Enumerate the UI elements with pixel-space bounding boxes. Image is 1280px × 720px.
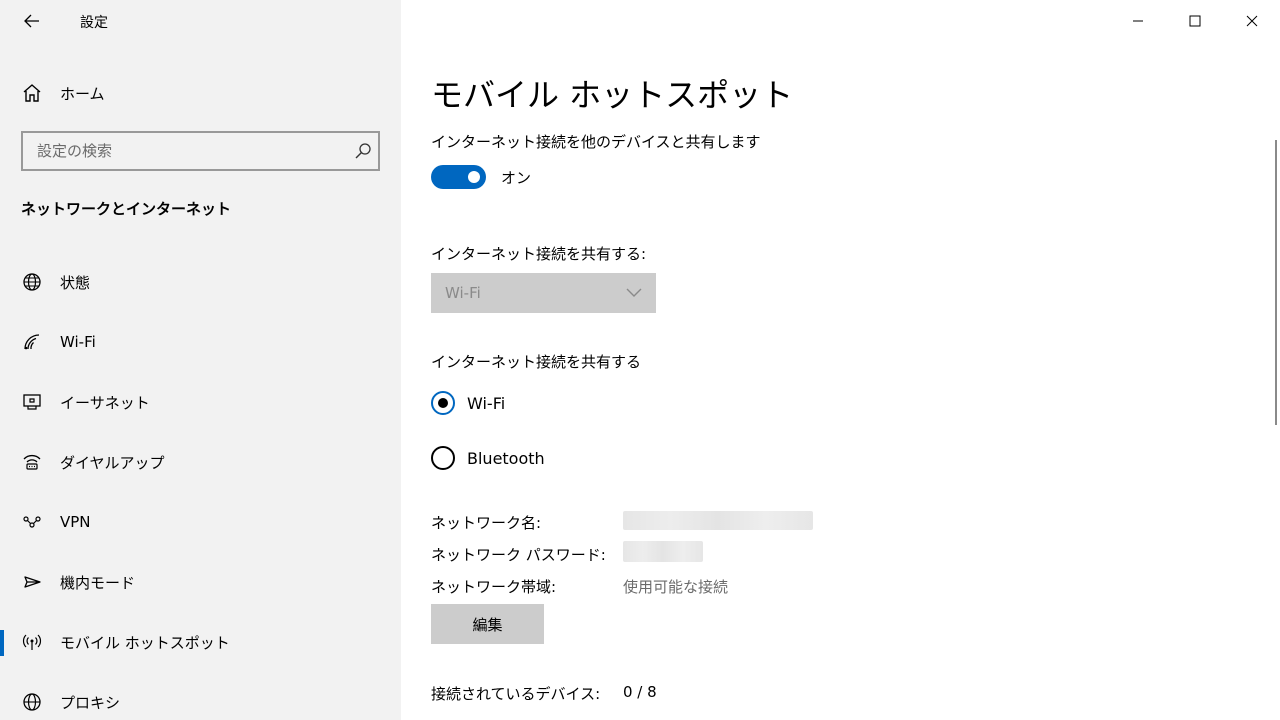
sidebar-item-label: 状態: [60, 273, 91, 292]
radio-label: Wi-Fi: [467, 393, 506, 413]
toggle-knob: [468, 171, 480, 183]
chevron-down-icon: [626, 288, 642, 297]
sidebar: 設定 ホーム ネットワークとインターネット 状態 Wi-Fi: [0, 0, 401, 720]
sidebar-item-dialup[interactable]: ダイヤルアップ: [0, 432, 401, 492]
network-name-label: ネットワーク名:: [431, 514, 542, 532]
globe-proxy-icon: [20, 690, 44, 714]
sidebar-item-wifi[interactable]: Wi-Fi: [0, 312, 401, 372]
maximize-icon: [1189, 15, 1200, 27]
toggle-state-label: オン: [501, 169, 532, 187]
airplane-icon: [20, 570, 44, 594]
share-from-label: インターネット接続を共有する:: [431, 245, 647, 263]
radio-wifi[interactable]: Wi-Fi: [431, 388, 505, 418]
app-title: 設定: [80, 15, 108, 31]
sidebar-item-airplane[interactable]: 機内モード: [0, 552, 401, 612]
vpn-icon: [20, 510, 44, 534]
globe-status-icon: [20, 270, 44, 294]
share-description: インターネット接続を他のデバイスと共有します: [431, 133, 761, 151]
home-label: ホーム: [60, 84, 105, 103]
search-icon[interactable]: [348, 142, 378, 160]
connected-devices-label: 接続されているデバイス:: [431, 685, 601, 703]
sidebar-item-ethernet[interactable]: イーサネット: [0, 372, 401, 432]
edit-button[interactable]: 編集: [431, 604, 544, 644]
network-band-value: 使用可能な接続: [623, 578, 729, 596]
sidebar-item-label: モバイル ホットスポット: [60, 633, 230, 652]
dropdown-value: Wi-Fi: [445, 284, 481, 302]
network-password-label: ネットワーク パスワード:: [431, 546, 606, 564]
close-button[interactable]: [1223, 0, 1280, 42]
minimize-button[interactable]: [1109, 0, 1166, 42]
radio-bluetooth-circle[interactable]: [431, 446, 455, 470]
sidebar-item-status[interactable]: 状態: [0, 252, 401, 312]
radio-bluetooth[interactable]: Bluetooth: [431, 443, 545, 473]
network-name-redacted: [623, 511, 813, 530]
search-box[interactable]: [21, 131, 380, 171]
search-input[interactable]: [23, 133, 348, 169]
sidebar-item-label: ダイヤルアップ: [60, 453, 165, 472]
share-from-dropdown[interactable]: Wi-Fi: [431, 273, 656, 313]
hotspot-icon: [20, 630, 44, 654]
scrollbar-thumb[interactable]: [1275, 140, 1277, 425]
sidebar-item-label: 機内モード: [60, 573, 136, 592]
section-heading: ネットワークとインターネット: [21, 200, 232, 218]
window-controls: [1109, 0, 1280, 42]
network-band-label: ネットワーク帯域:: [431, 578, 557, 596]
network-password-redacted: [623, 541, 703, 562]
sidebar-item-proxy[interactable]: プロキシ: [0, 672, 401, 720]
sidebar-item-mobile-hotspot[interactable]: モバイル ホットスポット: [0, 612, 401, 672]
sidebar-item-label: イーサネット: [60, 393, 150, 412]
nav-list: 状態 Wi-Fi イーサネット ダイヤルアップ VPN 機内モード モバイル ホ…: [0, 252, 401, 720]
connected-devices-value: 0 / 8: [623, 683, 657, 701]
home-nav-item[interactable]: ホーム: [0, 74, 401, 112]
radio-label: Bluetooth: [467, 448, 545, 468]
wifi-icon: [20, 330, 44, 354]
maximize-button[interactable]: [1166, 0, 1223, 42]
sidebar-item-label: VPN: [60, 513, 91, 531]
main-content: モバイル ホットスポット インターネット接続を他のデバイスと共有します オン イ…: [401, 0, 1280, 720]
back-button[interactable]: [18, 8, 46, 34]
sidebar-item-label: プロキシ: [60, 693, 121, 712]
back-arrow-icon: [24, 14, 39, 28]
sidebar-item-label: Wi-Fi: [60, 333, 96, 351]
radio-wifi-circle[interactable]: [431, 391, 455, 415]
sidebar-item-vpn[interactable]: VPN: [0, 492, 401, 552]
hotspot-toggle[interactable]: [431, 165, 486, 189]
ethernet-icon: [20, 390, 44, 414]
minimize-icon: [1132, 20, 1143, 22]
home-icon: [20, 81, 44, 105]
close-icon: [1246, 15, 1257, 27]
dialup-icon: [20, 450, 44, 474]
titlebar-left: 設定: [0, 0, 401, 42]
share-over-label: インターネット接続を共有する: [431, 353, 642, 371]
page-title: モバイル ホットスポット: [431, 76, 794, 114]
